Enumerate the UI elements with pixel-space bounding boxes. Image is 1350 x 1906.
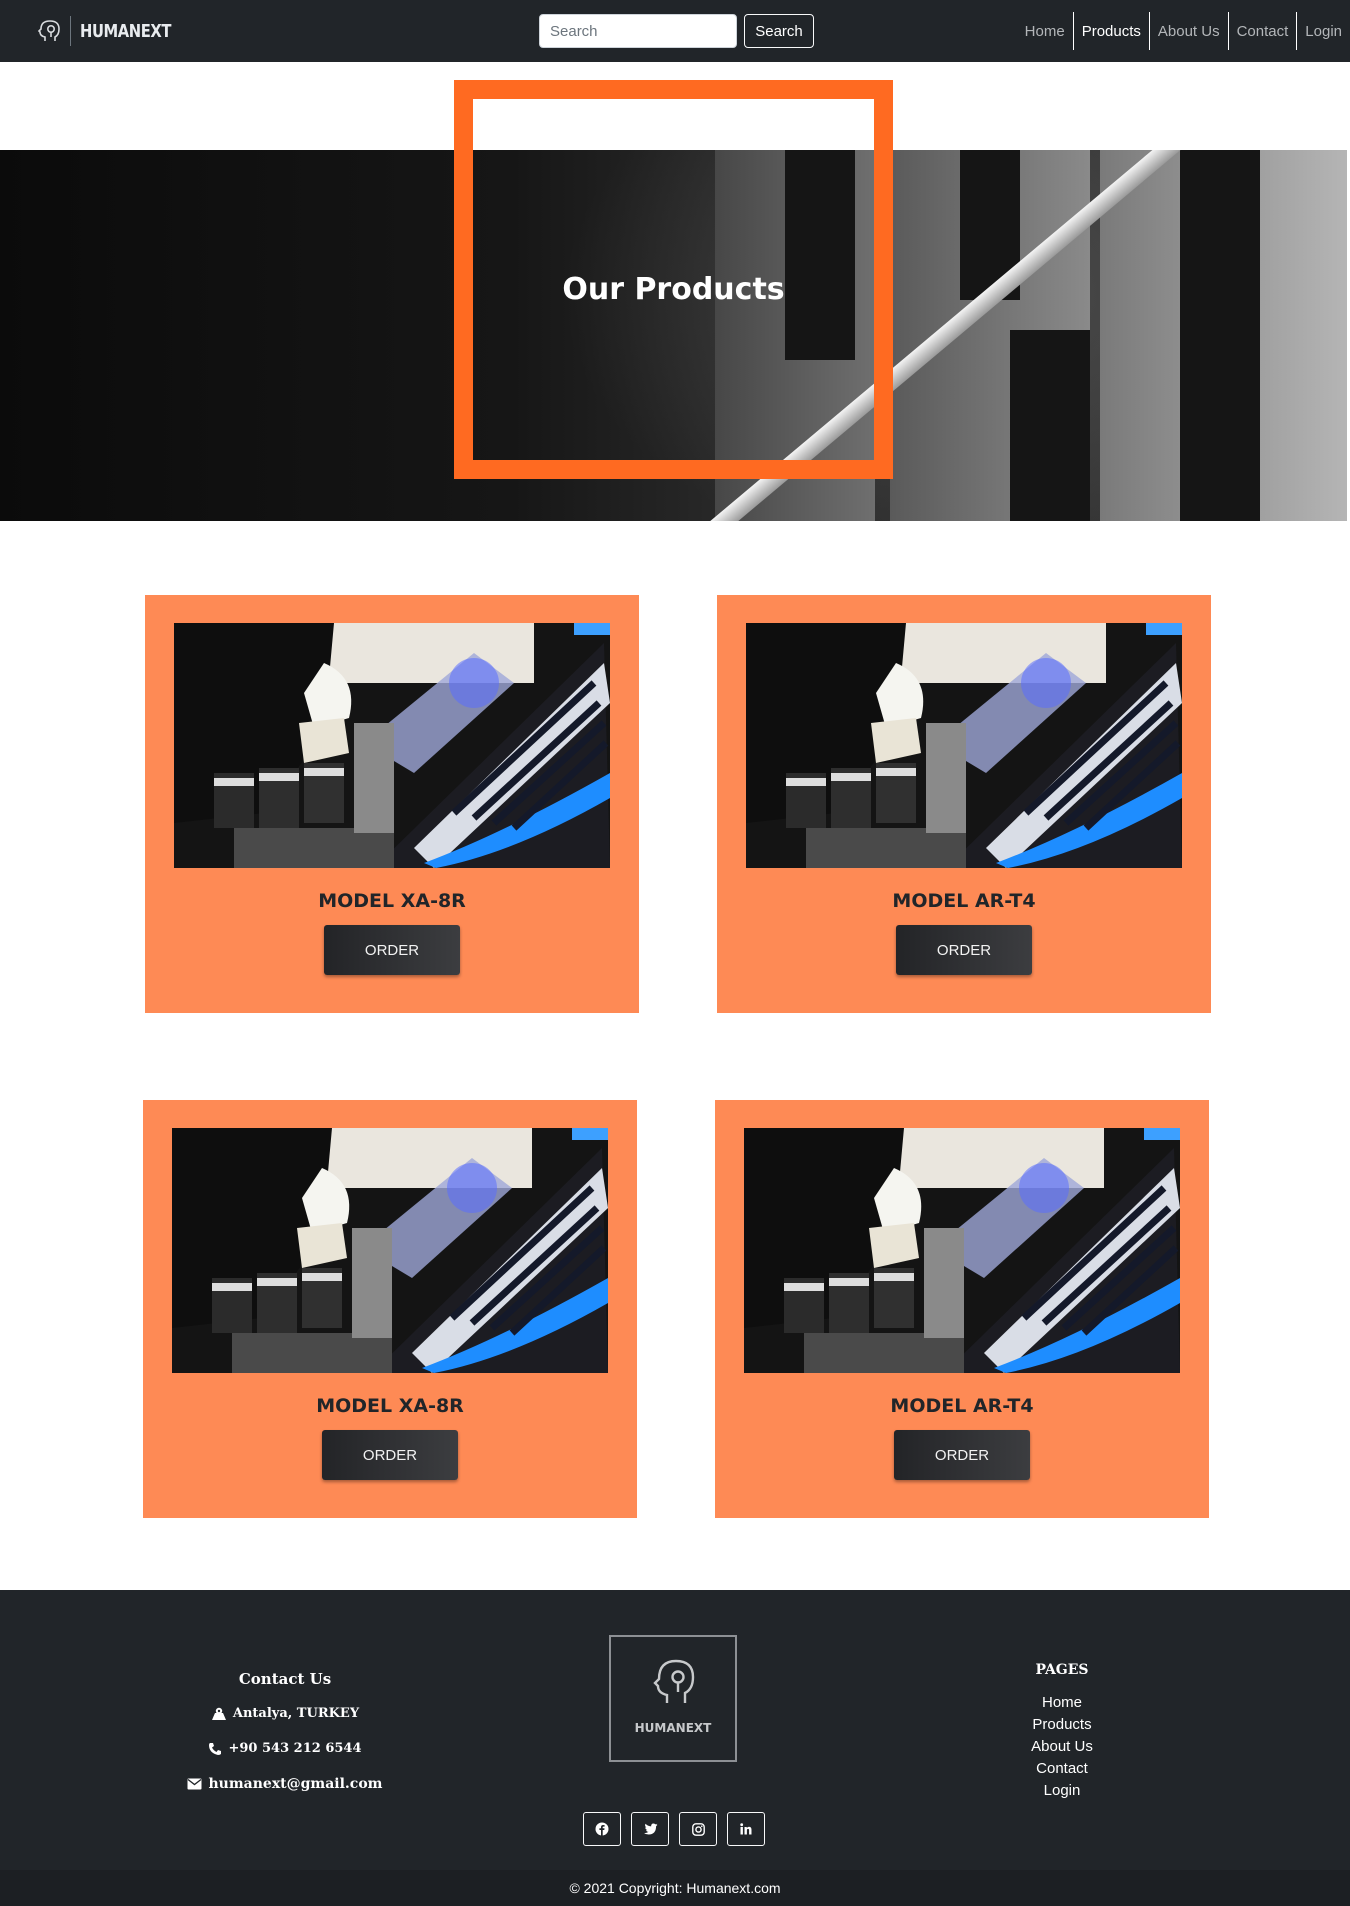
product-card: MODEL XA-8R ORDER <box>143 1100 637 1518</box>
order-button[interactable]: ORDER <box>322 1430 458 1480</box>
brand-logo[interactable]: HUMANEXT <box>36 14 191 48</box>
order-button[interactable]: ORDER <box>894 1430 1030 1480</box>
robot-piano-photo <box>172 1128 608 1373</box>
social-links <box>583 1812 765 1846</box>
footer-pages: PAGES Home Products About Us Contact Log… <box>1000 1662 1124 1802</box>
footer-contact-heading: Contact Us <box>238 1670 332 1688</box>
robot-piano-photo <box>744 1128 1180 1373</box>
product-image <box>172 1128 608 1373</box>
footer-link-contact[interactable]: Contact <box>1000 1758 1124 1780</box>
nav-link-about-us[interactable]: About Us <box>1148 12 1228 50</box>
nav-link-home[interactable]: Home <box>1017 12 1073 50</box>
product-card: MODEL XA-8R ORDER <box>145 595 639 1013</box>
search-button[interactable]: Search <box>744 14 814 48</box>
footer-logo-text: HUMANEXT <box>634 1721 712 1735</box>
footer-pages-heading: PAGES <box>1035 1662 1089 1678</box>
nav-links: Home Products About Us Contact Login <box>1017 12 1350 50</box>
order-button[interactable]: ORDER <box>896 925 1032 975</box>
footer-phone: +90 543 212 6544 <box>140 1741 430 1756</box>
product-name: MODEL XA-8R <box>316 1395 464 1417</box>
footer-contact: Contact Us Antalya, TURKEY +90 543 212 6… <box>140 1670 430 1812</box>
product-name: MODEL AR-T4 <box>890 1395 1034 1417</box>
footer-email-text: humanext@gmail.com <box>208 1776 383 1792</box>
linkedin-icon <box>740 1823 752 1835</box>
phone-icon <box>209 1742 222 1755</box>
page-title: Our Products <box>562 272 785 307</box>
product-image <box>744 1128 1180 1373</box>
footer-link-login[interactable]: Login <box>1000 1780 1124 1802</box>
nav-link-login[interactable]: Login <box>1296 12 1350 50</box>
footer-address: Antalya, TURKEY <box>140 1706 430 1721</box>
footer-address-text: Antalya, TURKEY <box>232 1706 360 1721</box>
head-logo-icon <box>653 1659 695 1703</box>
footer-link-home[interactable]: Home <box>1000 1692 1124 1714</box>
copyright-bar: © 2021 Copyright: Humanext.com <box>0 1870 1350 1906</box>
product-image <box>174 623 610 868</box>
brand-name: HUMANEXT <box>80 20 172 42</box>
product-card: MODEL AR-T4 ORDER <box>715 1100 1209 1518</box>
footer-email[interactable]: humanext@gmail.com <box>140 1776 430 1792</box>
robot-piano-photo <box>174 623 610 868</box>
map-marker-icon <box>211 1707 226 1720</box>
footer-link-about-us[interactable]: About Us <box>1000 1736 1124 1758</box>
product-card: MODEL AR-T4 ORDER <box>717 595 1211 1013</box>
footer: Contact Us Antalya, TURKEY +90 543 212 6… <box>0 1590 1350 1870</box>
head-logo-icon <box>37 20 60 41</box>
facebook-button[interactable] <box>583 1812 621 1846</box>
nav-link-products[interactable]: Products <box>1072 12 1149 50</box>
search-input[interactable] <box>539 14 737 48</box>
footer-link-products[interactable]: Products <box>1000 1714 1124 1736</box>
navbar: HUMANEXT Search Home Products About Us C… <box>0 0 1350 62</box>
order-button[interactable]: ORDER <box>324 925 460 975</box>
instagram-button[interactable] <box>679 1812 717 1846</box>
nav-link-contact[interactable]: Contact <box>1227 12 1297 50</box>
building-window <box>1180 150 1260 521</box>
robot-piano-photo <box>746 623 1182 868</box>
footer-logo: HUMANEXT <box>609 1635 737 1762</box>
brand-divider <box>70 16 71 46</box>
twitter-button[interactable] <box>631 1812 669 1846</box>
footer-phone-text: +90 543 212 6544 <box>228 1741 362 1756</box>
linkedin-button[interactable] <box>727 1812 765 1846</box>
facebook-icon <box>595 1822 609 1836</box>
product-name: MODEL AR-T4 <box>892 890 1036 912</box>
building-window <box>1010 330 1090 521</box>
envelope-icon <box>187 1778 202 1790</box>
instagram-icon <box>691 1822 705 1836</box>
product-image <box>746 623 1182 868</box>
product-name: MODEL XA-8R <box>318 890 466 912</box>
twitter-icon <box>643 1823 657 1834</box>
